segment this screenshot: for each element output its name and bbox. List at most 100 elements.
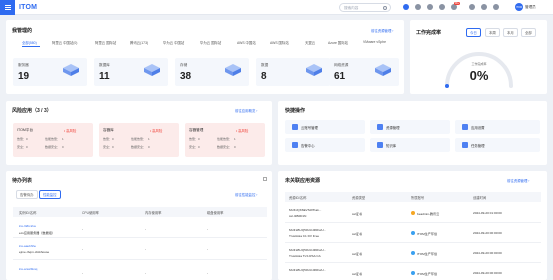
risk-key: 性能告警： <box>45 137 61 141</box>
table-row[interactable]: ins-32bc2xa ecs应用服务器（数据组） - - - <box>13 217 267 237</box>
col-resource-id: 资源ID/名称 <box>289 196 307 200</box>
resource-id[interactable]: MUFLBUQ50UUJZ0FwU... <box>289 268 326 272</box>
cloud-account-icon <box>292 124 298 130</box>
search-input[interactable]: 搜索内容 <box>339 3 391 12</box>
tab-aws-cn[interactable]: AWS 中国站 <box>237 40 256 45</box>
avatar[interactable]: ITOM <box>515 3 523 11</box>
quick-app-settings[interactable]: 应用设置 <box>455 120 540 134</box>
instance-id[interactable]: ins-ans24knq <box>19 267 37 271</box>
todo-tab-performance[interactable]: 性能监控 <box>39 190 61 199</box>
quick-cloud-account[interactable]: 云账号管理 <box>285 120 365 134</box>
risk-key: 告警： <box>103 137 113 141</box>
tab-huawei-cn[interactable]: 华为云 中国站 <box>163 40 184 45</box>
tab-aliyun-intl[interactable]: 阿里云 国际站 <box>95 40 116 45</box>
risk-badge: • 高风险 <box>236 129 249 133</box>
resource-id[interactable]: MUFLBUQ50UUJZ0FwU... <box>289 228 326 232</box>
mail-icon[interactable] <box>439 4 445 10</box>
table-row[interactable]: MUFLBUQ50UUJZ0FwU... TrustAsia TLS RSA C… <box>285 243 541 262</box>
managed-link[interactable]: 前往资源管理 › <box>371 28 393 33</box>
task-icon[interactable] <box>469 4 475 10</box>
knowledge-icon <box>377 142 383 148</box>
quick-alerts[interactable]: 告警中心 <box>285 138 365 152</box>
grid-icon[interactable] <box>481 4 487 10</box>
resource-type: ssl证书 <box>352 232 362 236</box>
mem-value: - <box>145 227 147 231</box>
menu-toggle-button[interactable] <box>0 0 15 15</box>
table-row[interactable]: MUFLBUQ50UUJZ0FwU... TrustAsia C1 DV Fre… <box>285 223 541 242</box>
table-row[interactable]: MUFLBUQ50UUJZ0FwU... ssl证书 ITOM生产环境 2024… <box>285 263 541 280</box>
quick-label: 知识库 <box>386 144 397 148</box>
resource-id[interactable]: MUFLBUQ50UUJZ0FwU... <box>289 248 326 252</box>
todo-table-header: 实例ID/名称 CPU使用率 内存使用率 磁盘使用率 <box>13 207 267 217</box>
col-resource-type: 资源类型 <box>352 196 366 200</box>
quick-label: 任务管理 <box>471 144 485 148</box>
quick-resource[interactable]: 资源管理 <box>370 120 450 134</box>
tab-aliyun-cn[interactable]: 阿里云 中国站(0) <box>52 40 77 45</box>
stat-value: 8 <box>261 71 267 82</box>
created-time: 2024-09-20 00:00:00 <box>473 271 502 275</box>
mem-value: - <box>145 271 147 275</box>
stat-network[interactable]: 网络资源 61 <box>329 58 399 86</box>
stat-storage[interactable]: 存储 38 <box>175 58 249 86</box>
tab-tianyi[interactable]: 天翼云 <box>305 40 315 45</box>
risk-app-name: 容器库 <box>103 128 114 132</box>
quick-tasks[interactable]: 任务管理 <box>455 138 540 152</box>
period-today[interactable]: 今日 <box>466 28 481 37</box>
period-all[interactable]: 全部 <box>521 28 536 37</box>
quick-label: 告警中心 <box>301 144 315 148</box>
risk-val: 0 <box>62 145 64 149</box>
tab-vmware[interactable]: VMware vSphe <box>363 40 386 44</box>
todo-link[interactable]: 前往性能监控 › <box>235 192 257 197</box>
account-cloud-icon <box>411 211 415 215</box>
risk-key: 安全： <box>189 145 199 149</box>
search-placeholder: 搜索内容 <box>344 6 359 10</box>
account-name: ITOM生产环境 <box>417 272 438 276</box>
quick-knowledge[interactable]: 知识库 <box>370 138 450 152</box>
help-icon[interactable] <box>403 4 409 10</box>
username[interactable]: 管理员 <box>525 5 536 10</box>
docs-icon[interactable] <box>415 4 421 10</box>
risk-item-itom[interactable]: ITOM平台 • 高风险 告警： 0 性能告警： 1 安全： 0 数据安全： 0 <box>13 123 93 157</box>
risk-val: 0 <box>26 137 28 141</box>
stat-database[interactable]: 数据库 11 <box>94 58 168 86</box>
col-instance: 实例ID/名称 <box>19 211 37 215</box>
tab-tencent[interactable]: 腾讯云(173) <box>130 40 148 45</box>
task-icon <box>462 142 468 148</box>
risk-link[interactable]: 前往应用概览 › <box>235 108 257 113</box>
risk-item-container-lib[interactable]: 容器库 • 高风险 告警： 0 性能告警： 1 安全： 0 数据安全： 0 <box>99 123 179 157</box>
instance-id[interactable]: ins-32bc2xa <box>19 224 36 228</box>
stat-data[interactable]: 数据 8 <box>256 58 330 86</box>
bell-icon[interactable]: 99+ <box>451 2 460 10</box>
tab-azure-intl[interactable]: Azure 国际站 <box>328 40 348 45</box>
resource-id[interactable]: MUKJQK6EVSzPKak... <box>289 208 321 212</box>
alert-icon <box>292 142 298 148</box>
disk-value: - <box>207 271 209 275</box>
stat-label: 数据库 <box>99 63 110 67</box>
tab-all[interactable]: 全部(580) <box>22 40 37 45</box>
settings-icon[interactable] <box>493 4 499 10</box>
tab-huawei-intl[interactable]: 华为云 国际站 <box>200 40 221 45</box>
risk-val: 1 <box>62 137 64 141</box>
stat-server[interactable]: 服务器 19 <box>13 58 87 86</box>
created-time: 2024-09-20 00:00:00 <box>473 231 502 235</box>
chat-icon[interactable] <box>427 4 433 10</box>
table-row[interactable]: MUKJQK6EVSzPKak... ssl-I1B0D1N ssl证书 bea… <box>285 203 541 222</box>
mem-value: - <box>145 247 147 251</box>
todo-tab-alerts[interactable]: 告警待办 <box>16 190 38 199</box>
risk-item-container-mgmt[interactable]: 容器管理 • 高风险 告警： 0 性能告警： 1 安全： 0 数据安全： 0 <box>185 123 265 157</box>
instance-id[interactable]: ins-aaubhhe <box>19 244 36 248</box>
unlinked-link[interactable]: 前往资源管理 › <box>507 178 529 183</box>
account-name: ITOM生产环境 <box>417 232 438 236</box>
table-row[interactable]: ins-ans24knq - - - <box>13 260 267 279</box>
risk-key: 数据安全： <box>131 145 147 149</box>
period-month[interactable]: 本月 <box>503 28 518 37</box>
resource-name: ssl-I1B0D1N <box>289 214 307 218</box>
risk-val: 1 <box>234 137 236 141</box>
tab-aws-intl[interactable]: AWS 国际站 <box>270 40 289 45</box>
col-account: 所属账号 <box>411 196 425 200</box>
created-time: 2024-09-20 01:00:00 <box>473 211 502 215</box>
expand-icon[interactable] <box>263 177 267 181</box>
stat-label: 服务器 <box>18 63 29 67</box>
table-row[interactable]: ins-aaubhhe ejme-rbqm-clickhouse - - - <box>13 238 267 258</box>
period-week[interactable]: 本周 <box>485 28 500 37</box>
